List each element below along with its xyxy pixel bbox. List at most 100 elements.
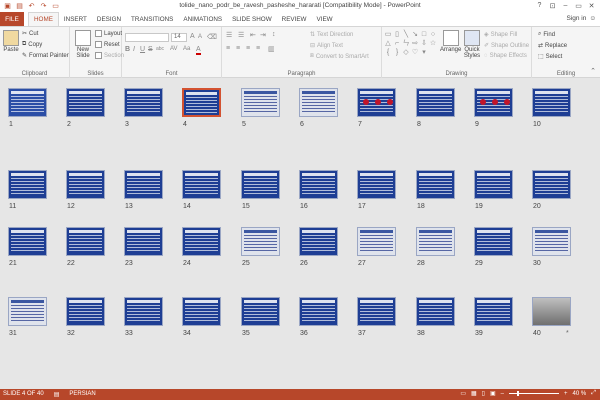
bold-button[interactable]: B [125, 46, 130, 53]
close-button[interactable]: ✕ [585, 0, 598, 11]
align-center-icon[interactable]: ≡ [236, 45, 240, 52]
change-case-button[interactable]: Aa [183, 46, 190, 52]
star-shape-icon[interactable]: ☆ [429, 39, 437, 47]
slide-thumbnail[interactable] [66, 297, 105, 326]
increase-indent-icon[interactable]: ⇥ [260, 31, 266, 39]
text-direction-button[interactable]: ⇅ Text Direction [310, 31, 353, 39]
collapse-ribbon-icon[interactable]: ⌃ [590, 67, 596, 75]
zoom-out-button[interactable]: – [501, 391, 504, 397]
reading-view-icon[interactable]: ▯ [482, 390, 485, 397]
slide-thumbnail[interactable] [8, 170, 47, 199]
textbox-vertical-shape-icon[interactable]: ▯ [393, 30, 401, 38]
character-spacing-button[interactable]: AV [170, 46, 178, 52]
slide-thumbnail[interactable] [241, 227, 280, 256]
language-indicator[interactable]: PERSIAN [69, 391, 95, 398]
fit-to-window-icon[interactable]: ⤢ [591, 390, 596, 397]
brace-close-shape-icon[interactable]: } [393, 48, 401, 56]
reset-button[interactable]: Reset [95, 41, 120, 48]
slide-thumbnail[interactable] [182, 297, 221, 326]
tab-design[interactable]: DESIGN [92, 12, 126, 26]
slide-sorter-view-icon[interactable]: ▦ [471, 390, 477, 397]
tab-transitions[interactable]: TRANSITIONS [126, 12, 178, 26]
right-arrow-shape-icon[interactable]: ⇨ [411, 39, 419, 47]
callout-shape-icon[interactable]: ◇ [402, 48, 410, 56]
slide-thumbnail[interactable] [124, 227, 163, 256]
slideshow-view-icon[interactable]: ▣ [490, 390, 496, 397]
slide-thumbnail[interactable] [416, 297, 455, 326]
more-shapes-icon[interactable]: ▾ [420, 48, 428, 56]
down-arrow-shape-icon[interactable]: ⇩ [420, 39, 428, 47]
tab-home[interactable]: HOME [28, 12, 59, 26]
oval-shape-icon[interactable]: ○ [429, 30, 437, 38]
shape-fill-button[interactable]: ◈ Shape Fill [484, 31, 517, 39]
triangle-shape-icon[interactable]: △ [384, 39, 392, 47]
slide-thumbnail[interactable] [532, 170, 571, 199]
align-left-icon[interactable]: ≡ [226, 45, 230, 52]
rectangle-shape-icon[interactable]: □ [420, 30, 428, 38]
font-color-button[interactable]: A [196, 46, 201, 55]
format-painter-button[interactable]: ✎ Format Painter [22, 52, 69, 60]
quick-styles-button[interactable]: Quick Styles [462, 30, 482, 59]
tab-file[interactable]: FILE [0, 12, 24, 26]
spell-check-icon[interactable]: ▤ [54, 391, 60, 398]
user-avatar-icon[interactable]: ☺ [589, 15, 596, 22]
layout-button[interactable]: Layout [95, 30, 122, 37]
decrease-indent-icon[interactable]: ⇤ [250, 31, 256, 39]
slide-thumbnail[interactable] [124, 88, 163, 117]
align-text-button[interactable]: ⊟ Align Text [310, 42, 343, 50]
help-button[interactable]: ? [533, 0, 546, 11]
font-name-dropdown[interactable] [125, 33, 169, 42]
convert-smartart-button[interactable]: ⧈ Convert to SmartArt [310, 53, 369, 60]
sign-in-link[interactable]: Sign in [566, 15, 586, 22]
slide-thumbnail[interactable] [124, 170, 163, 199]
bullets-icon[interactable]: ☰ [226, 31, 232, 39]
clear-formatting-icon[interactable]: ⌫ [207, 33, 217, 41]
slide-thumbnail[interactable] [532, 88, 571, 117]
slide-thumbnail[interactable] [124, 297, 163, 326]
section-button[interactable]: Section [95, 52, 124, 59]
tab-animations[interactable]: ANIMATIONS [178, 12, 227, 26]
zoom-slider[interactable] [508, 391, 559, 396]
slide-thumbnail[interactable] [66, 88, 105, 117]
slide-thumbnail[interactable] [8, 227, 47, 256]
slide-thumbnail[interactable] [357, 227, 396, 256]
copy-button[interactable]: ⧉ Copy [22, 41, 42, 48]
slide-thumbnail[interactable] [241, 297, 280, 326]
slide-thumbnail[interactable] [416, 88, 455, 117]
font-size-dropdown[interactable]: 14 [171, 33, 187, 42]
slide-thumbnail[interactable] [8, 297, 47, 326]
textbox-shape-icon[interactable]: ▭ [384, 30, 392, 38]
grow-font-icon[interactable]: A [190, 33, 195, 40]
slide-thumbnail[interactable] [416, 227, 455, 256]
slide-thumbnail[interactable] [241, 88, 280, 117]
slide-thumbnail[interactable] [182, 227, 221, 256]
zoom-slider-thumb[interactable] [516, 391, 519, 396]
strikethrough-button[interactable]: S [148, 46, 153, 53]
slide-thumbnail[interactable] [357, 297, 396, 326]
ribbon-display-options-icon[interactable]: ⊡ [546, 0, 559, 11]
underline-button[interactable]: U [140, 46, 145, 53]
zoom-level[interactable]: 40 % [573, 391, 587, 397]
cut-button[interactable]: ✂ Cut [22, 30, 38, 38]
new-slide-button[interactable]: New Slide [73, 30, 93, 59]
tab-review[interactable]: REVIEW [277, 12, 312, 26]
slide-thumbnail[interactable] [532, 227, 571, 256]
slide-thumbnail[interactable] [182, 170, 221, 199]
slide-thumbnail[interactable] [299, 170, 338, 199]
slide-thumbnail[interactable] [66, 227, 105, 256]
slide-sorter[interactable]: 1 2 3 4 5 6 7 8 9 10 11 12 13 14 15 16 17 18 19 20 21 22 23 24 2… [0, 78, 600, 389]
restore-button[interactable]: ▭ [572, 0, 585, 11]
line-spacing-icon[interactable]: ↕ [272, 31, 276, 38]
brace-shape-icon[interactable]: { [384, 48, 392, 56]
slide-thumbnail[interactable] [241, 170, 280, 199]
elbow-shape-icon[interactable]: ㄣ [402, 39, 410, 47]
slide-thumbnail[interactable] [474, 297, 513, 326]
heart-shape-icon[interactable]: ♡ [411, 48, 419, 56]
minimize-button[interactable]: – [559, 0, 572, 11]
slide-thumbnail[interactable] [416, 170, 455, 199]
shapes-gallery[interactable]: ▭ ▯ ╲ ↘ □ ○ △ ⌐ ㄣ ⇨ ⇩ ☆ { } ◇ ♡ ▾ [384, 30, 436, 62]
slide-thumbnail[interactable] [8, 88, 47, 117]
replace-button[interactable]: ⇄ Replace [538, 42, 567, 50]
slide-thumbnail[interactable] [474, 227, 513, 256]
tab-insert[interactable]: INSERT [59, 12, 92, 26]
